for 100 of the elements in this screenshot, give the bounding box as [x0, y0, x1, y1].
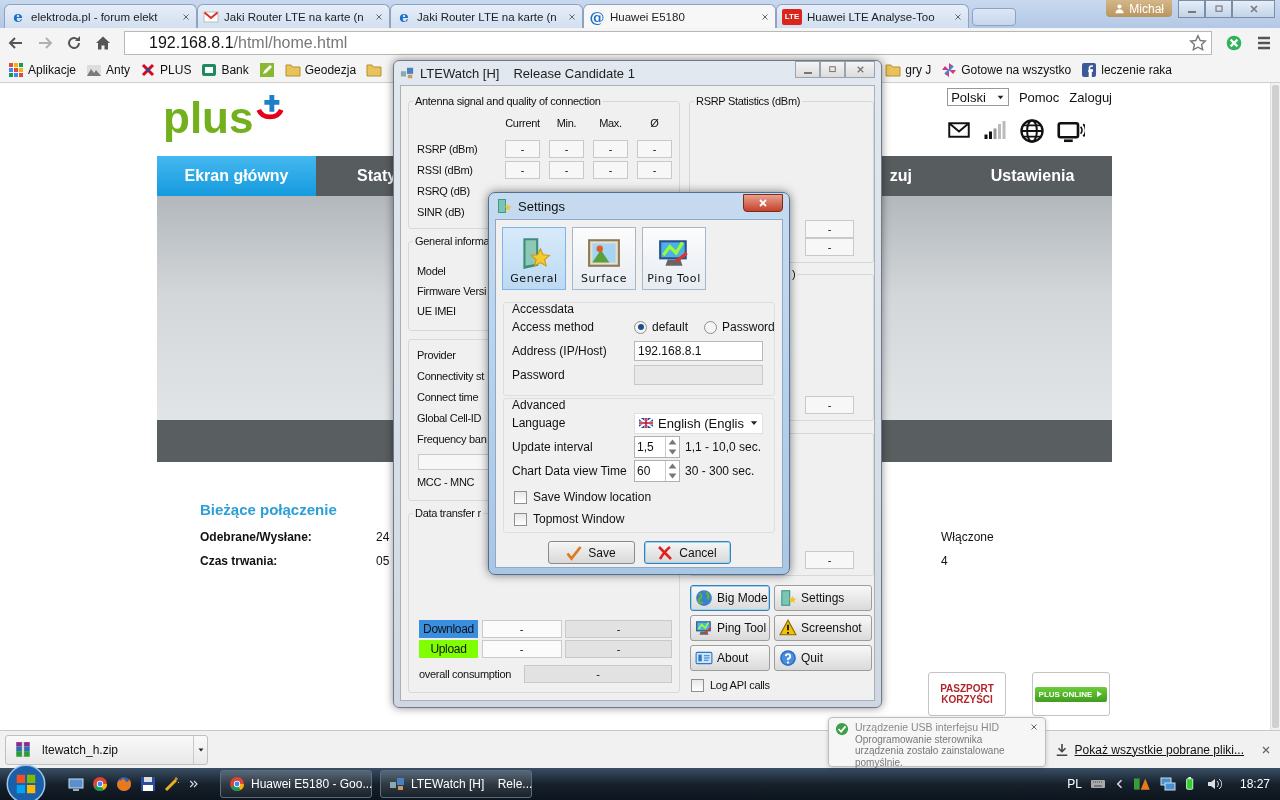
chevron-icon[interactable]: [188, 778, 200, 790]
menu-icon[interactable]: [1256, 34, 1272, 51]
app-icon: [389, 776, 405, 792]
value-cell: -: [481, 620, 562, 638]
network-icon[interactable]: [1159, 776, 1176, 792]
star-icon[interactable]: [1189, 33, 1207, 52]
person-icon: [1114, 3, 1126, 14]
maximize-icon: [827, 64, 838, 75]
bookmark-link[interactable]: Aplikacje: [28, 62, 77, 77]
address-bar[interactable]: 192.168.8.1/html/home.html: [124, 30, 1212, 55]
cross-logo-icon: [140, 61, 157, 78]
bookmark-link[interactable]: PLUS: [160, 62, 192, 77]
taskbar-button[interactable]: LTEWatch [H] Rele...: [380, 770, 532, 798]
folder-icon: [284, 61, 301, 78]
radio-button[interactable]: [634, 320, 647, 334]
checkbox-label[interactable]: Topmost Window: [533, 512, 625, 526]
close-icon[interactable]: [760, 11, 770, 22]
close-icon[interactable]: [181, 11, 191, 22]
reload-icon[interactable]: [66, 34, 82, 51]
clock[interactable]: 18:27: [1239, 777, 1270, 791]
app-button[interactable]: Ping Tool: [690, 615, 770, 641]
checkbox[interactable]: [691, 678, 704, 692]
app-button[interactable]: Big Mode: [690, 585, 770, 611]
tray-app-icon[interactable]: [1133, 775, 1152, 793]
scrollbar[interactable]: [1270, 83, 1280, 730]
bookmark-link[interactable]: gry J: [905, 62, 932, 77]
language-dropdown[interactable]: English (Englis: [634, 412, 763, 434]
minimize-button[interactable]: [795, 61, 820, 78]
browser-tab[interactable]: Jaki Router LTE na karte (n: [197, 4, 390, 28]
globe-icon[interactable]: [1019, 118, 1045, 144]
language-indicator[interactable]: PL: [1067, 777, 1082, 791]
browser-tab[interactable]: @ Huawei E5180: [583, 4, 776, 28]
close-icon[interactable]: [1029, 722, 1039, 732]
language-select[interactable]: Polski: [947, 88, 1009, 106]
number-spinner[interactable]: 1,5: [634, 436, 680, 458]
window-subtitle: Release Candidate 1: [513, 65, 635, 81]
browser-tab[interactable]: e elektroda.pl - forum elekt: [4, 4, 197, 28]
flag-icon: [639, 418, 653, 428]
monitor-icon: [695, 619, 713, 637]
taskbar-button[interactable]: Huawei E5180 - Goo...: [220, 770, 372, 798]
settings-tab[interactable]: Ping Tool: [642, 227, 706, 290]
extension-icon[interactable]: [1225, 33, 1243, 52]
start-button-icon[interactable]: [6, 764, 46, 800]
legend-label: Upload: [419, 640, 478, 658]
bookmark-link[interactable]: Gotowe na wszystko: [961, 62, 1072, 77]
browser-tab[interactable]: e Jaki Router LTE na karte (n: [390, 4, 583, 28]
home-icon[interactable]: [95, 34, 111, 51]
dialog-button[interactable]: Cancel: [643, 541, 731, 564]
bookmark-link[interactable]: Geodezja: [304, 62, 357, 77]
app-button[interactable]: Screenshot: [774, 615, 872, 641]
minimize-button[interactable]: [1178, 0, 1205, 18]
show-all-link[interactable]: Pokaż wszystkie pobrane pliki...: [1074, 742, 1244, 757]
back-icon[interactable]: [8, 34, 24, 51]
firefox-icon[interactable]: [116, 776, 132, 792]
desktop-icon[interactable]: [68, 776, 84, 792]
bookmark-link[interactable]: leczenie raka: [1101, 62, 1172, 77]
row-label: Odebrane/Wysłane:: [200, 530, 312, 544]
field-label: Password: [512, 368, 566, 382]
maximize-button[interactable]: [1205, 0, 1232, 18]
maximize-button[interactable]: [820, 61, 845, 78]
close-icon[interactable]: [953, 11, 963, 22]
speaker-icon[interactable]: [1205, 776, 1222, 792]
field-label: Firmware Versi: [417, 285, 487, 297]
settings-tab[interactable]: Surface: [572, 227, 636, 290]
checkbox[interactable]: [514, 512, 527, 526]
close-icon[interactable]: [567, 11, 577, 22]
section-heading: Bieżące połączenie: [200, 501, 337, 519]
browser-tab[interactable]: LTE Huawei LTE Analyse-Too: [776, 4, 969, 28]
check-shield-icon: [835, 722, 849, 736]
value-cell: -: [593, 160, 628, 179]
promo-button[interactable]: PASZPORT KORZYŚCI: [928, 672, 1006, 716]
radio-button[interactable]: [704, 320, 718, 334]
checkbox-label[interactable]: Save Window location: [533, 490, 652, 504]
field-label: Update interval: [512, 440, 594, 454]
close-icon[interactable]: [374, 11, 384, 22]
download-item[interactable]: ltewatch_h.zip: [5, 734, 208, 765]
radio-label[interactable]: default: [652, 320, 689, 334]
header-link[interactable]: Zaloguj: [1069, 89, 1112, 105]
wand-icon[interactable]: [164, 776, 180, 792]
header-link[interactable]: Pomoc: [1018, 89, 1060, 105]
value-cell: -: [637, 139, 672, 158]
address-field[interactable]: 192.168.8.1: [634, 341, 763, 361]
app-button[interactable]: About: [690, 645, 770, 671]
app-button[interactable]: Settings: [774, 585, 872, 611]
bookmark-link[interactable]: Anty: [106, 62, 131, 77]
bookmark-link[interactable]: Bank: [221, 62, 249, 77]
radio-label[interactable]: Password: [722, 320, 775, 334]
close-button[interactable]: [743, 194, 783, 212]
chrome-icon: [229, 776, 245, 792]
checkbox[interactable]: [514, 490, 527, 504]
settings-tab[interactable]: General: [502, 227, 566, 290]
number-spinner[interactable]: 60: [634, 460, 680, 482]
chrome-icon[interactable]: [92, 776, 108, 792]
nav-tab[interactable]: zuj: [883, 156, 953, 196]
checkbox-label[interactable]: Log API calls: [710, 679, 770, 691]
range-hint: 30 - 300 sec.: [685, 464, 755, 478]
dialog-button[interactable]: Save: [547, 541, 635, 564]
app-button[interactable]: Quit: [774, 645, 872, 671]
group-title: Accessdata: [512, 303, 576, 315]
nav-tab[interactable]: Ustawienia: [953, 156, 1112, 196]
